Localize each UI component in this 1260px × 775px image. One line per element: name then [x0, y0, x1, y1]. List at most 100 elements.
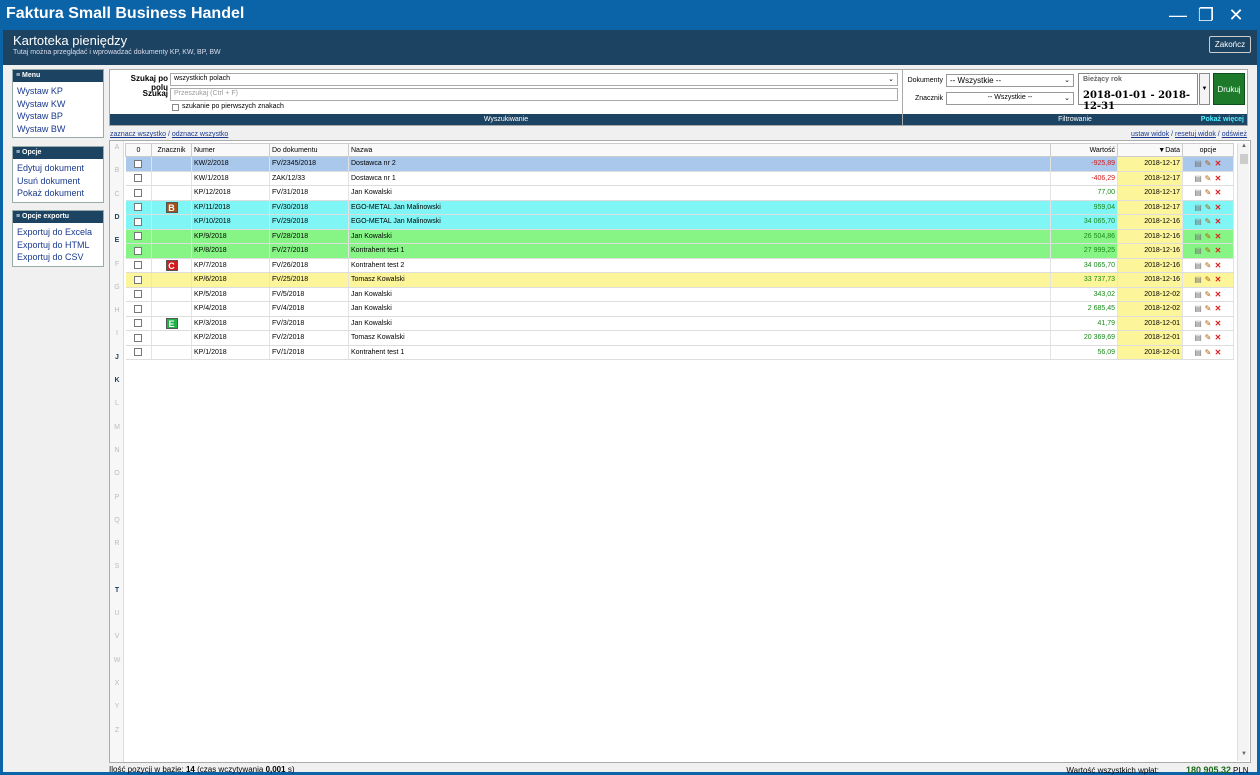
delete-x-icon[interactable]: ✕ [1213, 319, 1223, 328]
delete-x-icon[interactable]: ✕ [1213, 290, 1223, 299]
close-icon[interactable]: ✕ [1224, 4, 1248, 26]
column-header-select[interactable]: 0 [125, 143, 152, 157]
document-preview-icon[interactable]: ▤ [1193, 304, 1203, 313]
pencil-icon[interactable]: ✎ [1203, 159, 1213, 168]
first-chars-checkbox[interactable] [172, 104, 179, 111]
row-checkbox[interactable] [134, 174, 143, 183]
export-excel[interactable]: Exportuj do Excela [13, 226, 103, 239]
menu-item-wystaw-kp[interactable]: Wystaw KP [13, 85, 103, 98]
row-checkbox[interactable] [134, 319, 143, 328]
option-edit-document[interactable]: Edytuj dokument [13, 162, 103, 175]
documents-select[interactable]: -- Wszystkie -- ⌄ [946, 74, 1074, 87]
delete-x-icon[interactable]: ✕ [1213, 217, 1223, 226]
pencil-icon[interactable]: ✎ [1203, 203, 1213, 212]
delete-x-icon[interactable]: ✕ [1213, 348, 1223, 357]
document-preview-icon[interactable]: ▤ [1193, 188, 1203, 197]
table-row[interactable]: KP/5/2018 FV/5/2018 Jan Kowalski 343,02 2018… [125, 287, 1234, 302]
menu-header[interactable]: ≡ Menu [13, 70, 103, 82]
pencil-icon[interactable]: ✎ [1203, 290, 1213, 299]
search-input[interactable]: Przeszukaj (Ctrl + F) [170, 88, 898, 101]
pencil-icon[interactable]: ✎ [1203, 217, 1213, 226]
alphabet-letter[interactable]: Y [110, 703, 124, 710]
vertical-scrollbar[interactable]: ▲ ▼ [1237, 143, 1249, 761]
column-header-document[interactable]: Do dokumentu [269, 143, 349, 157]
alphabet-letter[interactable]: N [110, 447, 124, 454]
alphabet-letter[interactable]: S [110, 563, 124, 570]
scroll-down-icon[interactable]: ▼ [1238, 751, 1250, 761]
alphabet-letter[interactable]: K [110, 377, 124, 384]
alphabet-letter[interactable]: T [110, 587, 124, 594]
table-row[interactable]: KP/9/2018 FV/28/2018 Jan Kowalski 26 504,86… [125, 229, 1234, 244]
column-header-name[interactable]: Nazwa [348, 143, 1051, 157]
pencil-icon[interactable]: ✎ [1203, 246, 1213, 255]
row-checkbox[interactable] [134, 217, 143, 226]
pencil-icon[interactable]: ✎ [1203, 275, 1213, 284]
alphabet-letter[interactable]: G [110, 284, 124, 291]
pencil-icon[interactable]: ✎ [1203, 319, 1213, 328]
pencil-icon[interactable]: ✎ [1203, 261, 1213, 270]
year-range-box[interactable]: Bieżący rok 2018-01-01 - 2018-12-31 [1078, 73, 1198, 112]
document-preview-icon[interactable]: ▤ [1193, 319, 1203, 328]
options-header[interactable]: ≡ Opcje [13, 147, 103, 159]
year-dropdown-button[interactable]: ▼ [1199, 73, 1210, 105]
alphabet-letter[interactable]: A [110, 144, 124, 151]
alphabet-letter[interactable]: L [110, 400, 124, 407]
delete-x-icon[interactable]: ✕ [1213, 159, 1223, 168]
alphabet-letter[interactable]: H [110, 307, 124, 314]
delete-x-icon[interactable]: ✕ [1213, 333, 1223, 342]
column-header-value[interactable]: Wartość [1050, 143, 1118, 157]
table-row[interactable]: KW/2/2018 FV/2345/2018 Dostawca nr 2 -925,8… [125, 156, 1234, 172]
document-preview-icon[interactable]: ▤ [1193, 174, 1203, 183]
delete-x-icon[interactable]: ✕ [1213, 304, 1223, 313]
document-preview-icon[interactable]: ▤ [1193, 275, 1203, 284]
document-preview-icon[interactable]: ▤ [1193, 290, 1203, 299]
scroll-thumb[interactable] [1240, 154, 1248, 164]
alphabet-letter[interactable]: U [110, 610, 124, 617]
select-all-link[interactable]: zaznacz wszystko [110, 131, 166, 138]
export-csv[interactable]: Exportuj do CSV [13, 251, 103, 264]
export-html[interactable]: Exportuj do HTML [13, 239, 103, 252]
row-checkbox[interactable] [134, 246, 143, 255]
document-preview-icon[interactable]: ▤ [1193, 333, 1203, 342]
table-row[interactable]: KW/1/2018 ZAK/12/33 Dostawca nr 1 -406,29 20… [125, 171, 1234, 186]
row-checkbox[interactable] [134, 188, 143, 197]
menu-item-wystaw-bp[interactable]: Wystaw BP [13, 110, 103, 123]
menu-item-wystaw-bw[interactable]: Wystaw BW [13, 123, 103, 136]
row-checkbox[interactable] [134, 232, 143, 241]
pencil-icon[interactable]: ✎ [1203, 188, 1213, 197]
row-checkbox[interactable] [134, 159, 143, 168]
row-checkbox[interactable] [134, 261, 143, 270]
close-button[interactable]: Zakończ [1209, 36, 1251, 53]
delete-x-icon[interactable]: ✕ [1213, 246, 1223, 255]
document-preview-icon[interactable]: ▤ [1193, 348, 1203, 357]
row-checkbox[interactable] [134, 333, 143, 342]
pencil-icon[interactable]: ✎ [1203, 333, 1213, 342]
delete-x-icon[interactable]: ✕ [1213, 174, 1223, 183]
alphabet-letter[interactable]: F [110, 261, 124, 268]
document-preview-icon[interactable]: ▤ [1193, 246, 1203, 255]
alphabet-letter[interactable]: R [110, 540, 124, 547]
table-row[interactable]: B KP/11/2018 FV/30/2018 EGO-METAL Jan Malin… [125, 200, 1234, 215]
delete-x-icon[interactable]: ✕ [1213, 261, 1223, 270]
document-preview-icon[interactable]: ▤ [1193, 232, 1203, 241]
alphabet-letter[interactable]: M [110, 424, 124, 431]
marker-select[interactable]: -- Wszystkie -- ⌄ [946, 92, 1074, 105]
alphabet-letter[interactable]: O [110, 470, 124, 477]
show-more-link[interactable]: Pokaż więcej [1201, 114, 1244, 125]
alphabet-letter[interactable]: E [110, 237, 124, 244]
alphabet-letter[interactable]: I [110, 330, 124, 337]
delete-x-icon[interactable]: ✕ [1213, 232, 1223, 241]
alphabet-letter[interactable]: D [110, 214, 124, 221]
row-checkbox[interactable] [134, 304, 143, 313]
pencil-icon[interactable]: ✎ [1203, 304, 1213, 313]
export-header[interactable]: ≡ Opcje exportu [13, 211, 103, 223]
alphabet-letter[interactable]: X [110, 680, 124, 687]
table-row[interactable]: KP/6/2018 FV/25/2018 Tomasz Kowalski 33 737… [125, 272, 1234, 288]
column-header-marker[interactable]: Znacznik [151, 143, 192, 157]
alphabet-letter[interactable]: C [110, 191, 124, 198]
delete-x-icon[interactable]: ✕ [1213, 203, 1223, 212]
alphabet-letter[interactable]: Q [110, 517, 124, 524]
pencil-icon[interactable]: ✎ [1203, 232, 1213, 241]
document-preview-icon[interactable]: ▤ [1193, 261, 1203, 270]
pencil-icon[interactable]: ✎ [1203, 348, 1213, 357]
